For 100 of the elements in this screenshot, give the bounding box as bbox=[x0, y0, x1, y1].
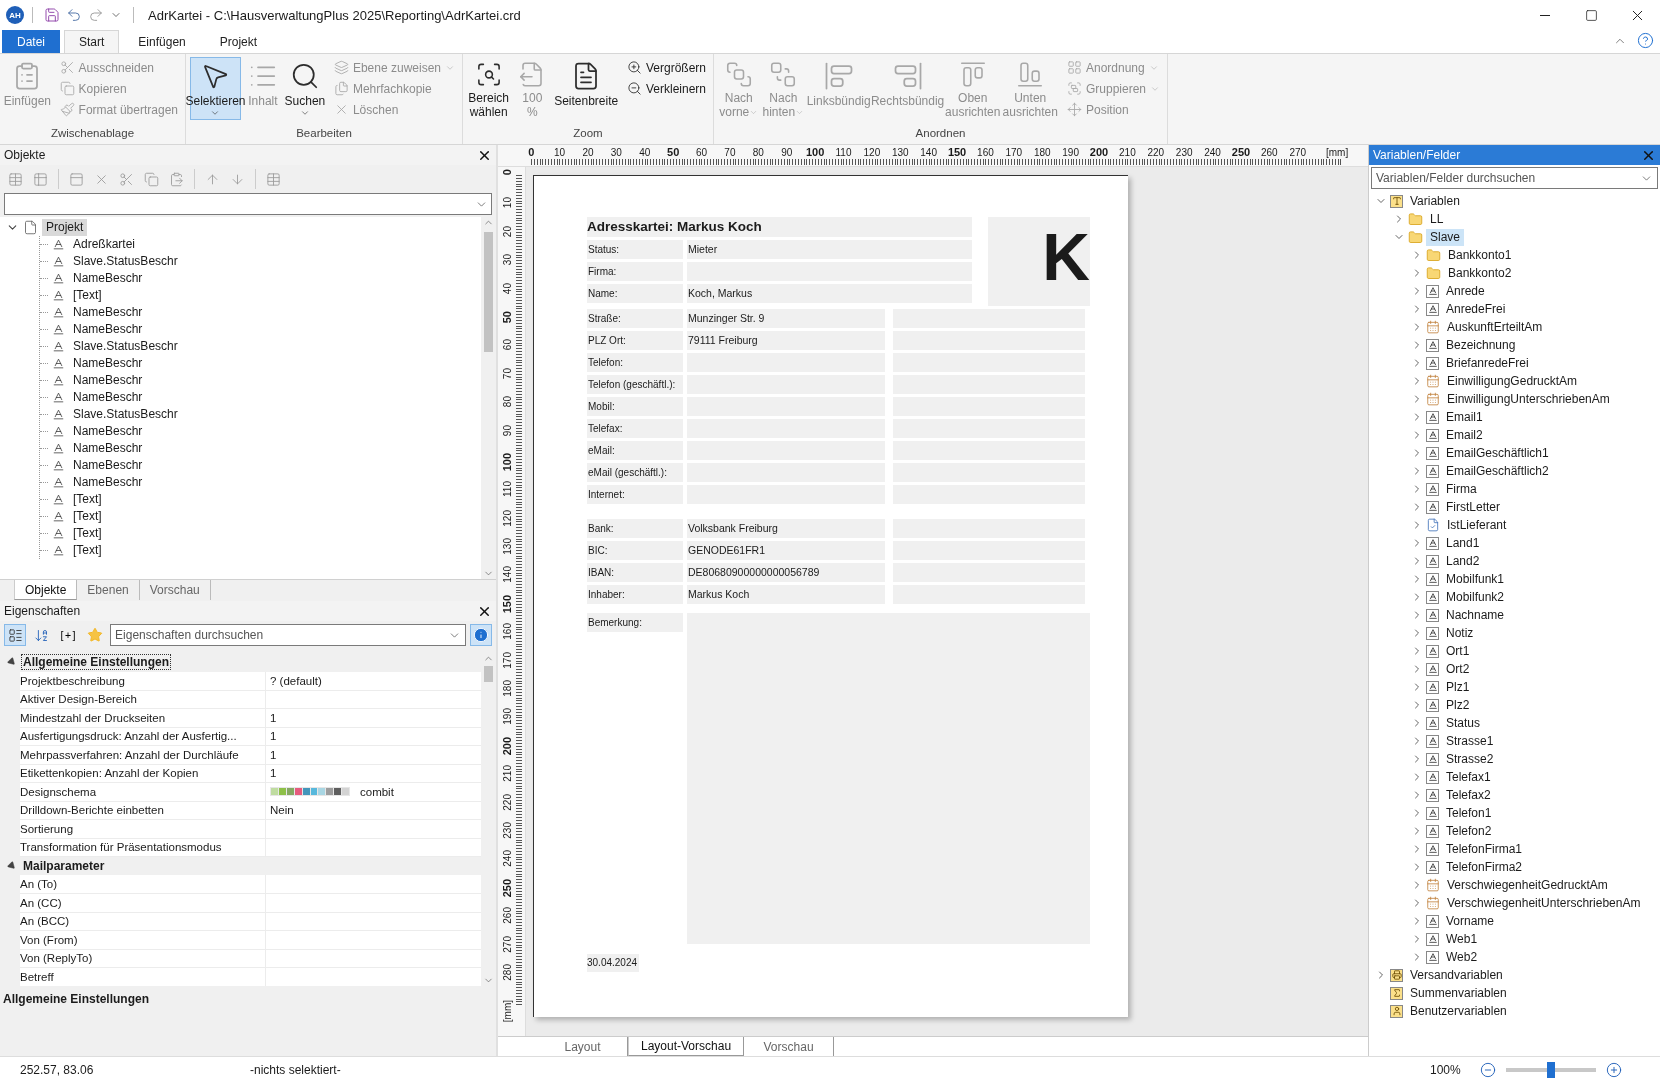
property-search-field[interactable]: Eigenschaften durchsuchen bbox=[110, 624, 466, 646]
tree-item[interactable]: EmailGeschäftlich1 bbox=[1442, 444, 1553, 462]
tree-item[interactable]: Strasse1 bbox=[1442, 732, 1498, 750]
tree-item[interactable]: Bankkonto1 bbox=[1444, 246, 1516, 264]
tree-item[interactable]: Slave bbox=[1426, 228, 1465, 246]
tree-item[interactable]: FirstLetter bbox=[1442, 498, 1504, 516]
tree-item[interactable]: Slave.StatusBeschr bbox=[69, 253, 182, 270]
property-value[interactable]: 1 bbox=[270, 711, 277, 724]
tree-item[interactable]: [Text] bbox=[69, 287, 106, 304]
tree-item[interactable]: Email1 bbox=[1442, 408, 1487, 426]
tree-item[interactable]: Benutzervariablen bbox=[1406, 1002, 1511, 1020]
tree-item[interactable]: Mobilfunk2 bbox=[1442, 588, 1509, 606]
tree-item[interactable]: Land2 bbox=[1442, 552, 1484, 570]
tree-item[interactable]: Ort1 bbox=[1442, 642, 1474, 660]
tree-item[interactable]: NameBeschr bbox=[69, 321, 147, 338]
toolbar-button[interactable] bbox=[4, 624, 26, 646]
tree-item[interactable]: Web2 bbox=[1442, 948, 1482, 966]
tree-item[interactable]: Variablen bbox=[1406, 192, 1464, 210]
scrollbar-thumb[interactable] bbox=[484, 666, 493, 682]
tree-item[interactable]: Mobilfunk1 bbox=[1442, 570, 1509, 588]
tree-item[interactable]: AnredeFrei bbox=[1442, 300, 1510, 318]
tree-item[interactable]: NameBeschr bbox=[69, 423, 147, 440]
tree-item[interactable]: Telefax2 bbox=[1442, 786, 1495, 804]
tree-item[interactable]: Adreßkartei bbox=[69, 236, 140, 253]
tree-item[interactable]: VerschwiegenheitUnterschriebenAm bbox=[1443, 894, 1645, 912]
tree-item[interactable]: NameBeschr bbox=[69, 474, 147, 491]
tree-item[interactable]: Projekt bbox=[42, 219, 88, 236]
tree-item[interactable]: Slave.StatusBeschr bbox=[69, 406, 182, 423]
tree-item[interactable]: Notiz bbox=[1442, 624, 1478, 642]
object-filter-combo[interactable] bbox=[4, 193, 492, 215]
tree-item[interactable]: Strasse2 bbox=[1442, 750, 1498, 768]
ribbon-tab[interactable]: Einfügen bbox=[123, 30, 201, 53]
tree-item[interactable]: Plz2 bbox=[1442, 696, 1474, 714]
tree-item[interactable]: LL bbox=[1426, 210, 1448, 228]
tree-item[interactable]: Vorname bbox=[1442, 912, 1499, 930]
property-value[interactable]: Nein bbox=[270, 804, 294, 816]
tree-item[interactable]: [Text] bbox=[69, 508, 106, 525]
tree-item[interactable]: Telefax1 bbox=[1442, 768, 1495, 786]
file-menu-tab[interactable]: Datei bbox=[2, 30, 60, 53]
tree-item[interactable]: Anrede bbox=[1442, 282, 1489, 300]
tree-item[interactable]: NameBeschr bbox=[69, 372, 147, 389]
panel-tab[interactable]: Vorschau bbox=[139, 580, 211, 600]
tree-item[interactable]: Slave.StatusBeschr bbox=[69, 338, 182, 355]
property-value[interactable]: 1 bbox=[270, 767, 277, 779]
ribbon-button[interactable]: Verkleinern bbox=[623, 78, 709, 99]
tree-item[interactable]: NameBeschr bbox=[69, 389, 147, 406]
tree-item[interactable]: TelefonFirma1 bbox=[1442, 840, 1527, 858]
ribbon-button[interactable]: Bereich wählen bbox=[467, 57, 511, 120]
property-value[interactable]: combit bbox=[360, 785, 394, 798]
tree-item[interactable]: Firma bbox=[1442, 480, 1481, 498]
tree-item[interactable]: Versandvariablen bbox=[1406, 966, 1507, 984]
tree-item[interactable]: BriefanredeFrei bbox=[1442, 354, 1533, 372]
tree-item[interactable]: EmailGeschäftlich2 bbox=[1442, 462, 1553, 480]
tree-item[interactable]: [Text] bbox=[69, 542, 106, 559]
tree-item[interactable]: Status bbox=[1442, 714, 1485, 732]
tree-item[interactable]: Plz1 bbox=[1442, 678, 1474, 696]
tree-item[interactable]: Web1 bbox=[1442, 930, 1482, 948]
tree-item[interactable]: Ort2 bbox=[1442, 660, 1474, 678]
tree-item[interactable]: NameBeschr bbox=[69, 440, 147, 457]
property-value[interactable]: 1 bbox=[270, 730, 277, 742]
tree-item[interactable]: Email2 bbox=[1442, 426, 1487, 444]
ribbon-button[interactable]: Vergrößern bbox=[623, 57, 709, 78]
tree-item[interactable]: [Text] bbox=[69, 491, 106, 508]
panel-tab[interactable]: Ebenen bbox=[77, 580, 140, 600]
scrollbar-thumb[interactable] bbox=[484, 232, 493, 352]
tree-item[interactable]: EinwilligungUnterschriebenAm bbox=[1443, 390, 1614, 408]
tree-item[interactable]: TelefonFirma2 bbox=[1442, 858, 1527, 876]
tree-item[interactable]: Land1 bbox=[1442, 534, 1484, 552]
ribbon-tab[interactable]: Start bbox=[64, 30, 120, 53]
tree-item[interactable]: [Text] bbox=[69, 525, 106, 542]
color-scheme-strip[interactable] bbox=[270, 787, 350, 796]
tree-item[interactable]: Bezeichnung bbox=[1442, 336, 1520, 354]
tree-item[interactable]: AuskunftErteiltAm bbox=[1443, 318, 1547, 336]
toolbar-button[interactable]: [+] bbox=[56, 624, 81, 646]
panel-tab[interactable]: Objekte bbox=[14, 580, 78, 600]
tree-item[interactable]: NameBeschr bbox=[69, 457, 147, 474]
tree-item[interactable]: NameBeschr bbox=[69, 304, 147, 321]
tree-item[interactable]: Telefon1 bbox=[1442, 804, 1496, 822]
tree-item[interactable]: EinwilligungGedrucktAm bbox=[1443, 372, 1582, 390]
tree-item[interactable]: Telefon2 bbox=[1442, 822, 1496, 840]
variable-search-field[interactable]: Variablen/Felder durchsuchen bbox=[1371, 167, 1658, 189]
window-icon bbox=[69, 171, 84, 187]
ribbon-tab[interactable]: Projekt bbox=[204, 30, 273, 53]
slider-thumb[interactable] bbox=[1547, 1062, 1555, 1078]
tree-item[interactable]: Nachname bbox=[1442, 606, 1509, 624]
tree-item[interactable]: Bankkonto2 bbox=[1444, 264, 1516, 282]
property-value[interactable]: ? (default) bbox=[270, 674, 322, 687]
tree-item[interactable]: Summenvariablen bbox=[1406, 984, 1511, 1002]
ribbon-button[interactable]: Seitenbreite bbox=[554, 57, 618, 120]
property-value[interactable]: 1 bbox=[270, 748, 277, 761]
tree-item[interactable]: NameBeschr bbox=[69, 355, 147, 372]
tree-item[interactable]: NameBeschr bbox=[69, 270, 147, 287]
info-button[interactable] bbox=[470, 624, 492, 646]
tree-item[interactable]: VerschwiegenheitGedrucktAm bbox=[1443, 876, 1612, 894]
category-header[interactable]: Allgemeine Einstellungen bbox=[22, 655, 171, 670]
scrollbar[interactable] bbox=[481, 217, 496, 579]
ribbon-button[interactable]: Suchen bbox=[284, 57, 325, 120]
category-header[interactable]: Mailparameter bbox=[22, 858, 106, 873]
view-tab[interactable]: Layout-Vorschau bbox=[628, 1037, 745, 1056]
tree-item[interactable]: IstLieferant bbox=[1443, 516, 1511, 534]
